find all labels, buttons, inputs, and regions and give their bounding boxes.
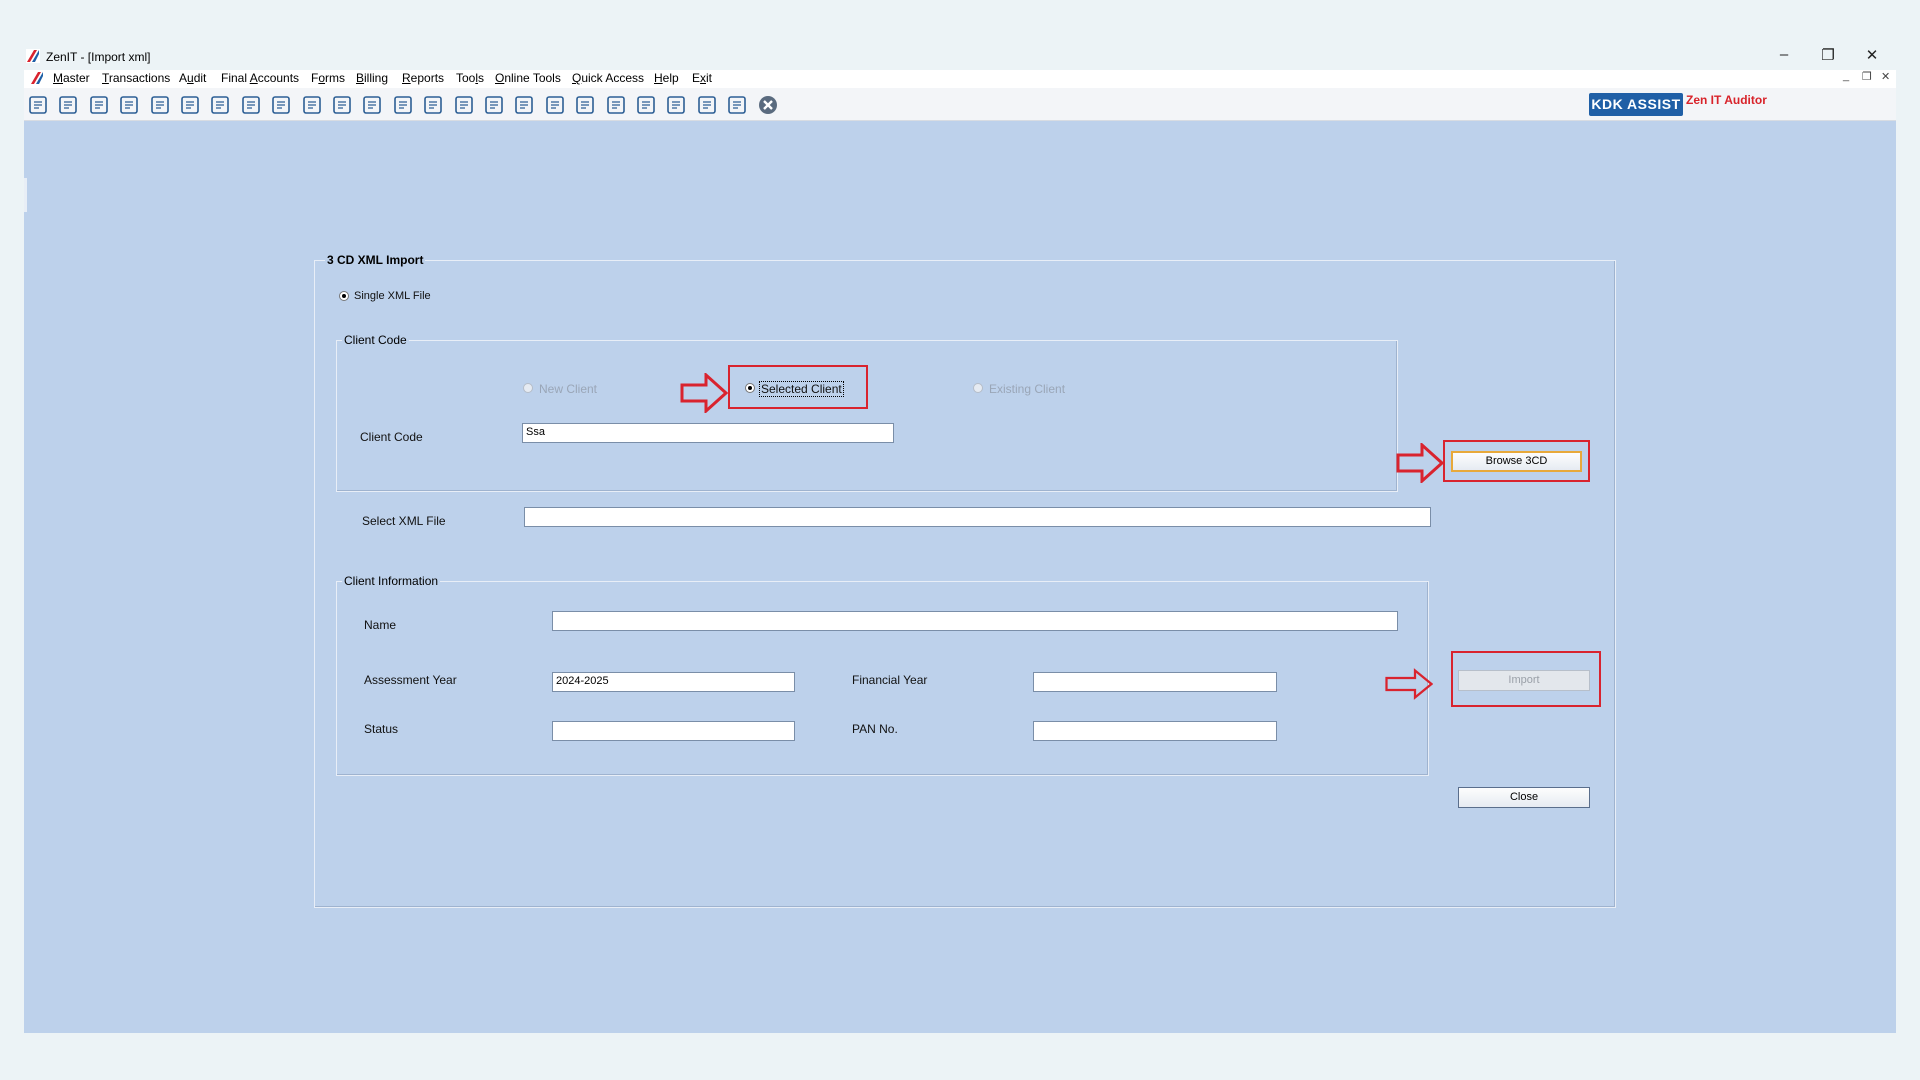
restore-button[interactable]: ❐: [1814, 46, 1842, 64]
menu-forms[interactable]: Forms: [311, 71, 345, 85]
existing-client-radio[interactable]: [973, 383, 983, 393]
tax-icon[interactable]: [270, 94, 292, 116]
menu-audit[interactable]: Audit: [179, 71, 206, 85]
name-label: Name: [364, 618, 397, 632]
bank-icon[interactable]: [665, 94, 687, 116]
select-xml-label: Select XML File: [362, 514, 446, 528]
financial-year-field[interactable]: [1033, 672, 1277, 692]
client-code-label: Client Code: [360, 430, 423, 444]
workspace-edge: [24, 178, 27, 212]
menu-exit[interactable]: Exit: [692, 71, 712, 85]
close-button[interactable]: Close: [1458, 787, 1590, 808]
xml-import-group-title: 3 CD XML Import: [325, 253, 426, 267]
arrow-annotation-2: [1396, 443, 1444, 483]
mdi-minimize-button[interactable]: _: [1843, 70, 1849, 82]
client-info-group-title: Client Information: [342, 574, 441, 588]
zen-it-auditor-label: Zen IT Auditor: [1686, 93, 1767, 107]
highlight-selected-client: [728, 365, 868, 409]
report-icon[interactable]: [483, 94, 505, 116]
close-circle-icon[interactable]: [757, 94, 779, 116]
info-icon[interactable]: [453, 94, 475, 116]
export-icon[interactable]: [605, 94, 627, 116]
menu-help[interactable]: Help: [654, 71, 679, 85]
document-edit-icon[interactable]: [513, 94, 535, 116]
status-label: Status: [364, 722, 399, 736]
pay-icon[interactable]: [392, 94, 414, 116]
mdi-restore-button[interactable]: ❐: [1862, 70, 1872, 83]
zenit-logo-icon: [26, 49, 40, 63]
assessment-year-label: Assessment Year: [364, 673, 457, 687]
select-xml-field[interactable]: [524, 507, 1431, 527]
users-icon[interactable]: [179, 94, 201, 116]
status-field[interactable]: [552, 721, 795, 741]
highlight-import: [1451, 651, 1601, 707]
book-icon[interactable]: [422, 94, 444, 116]
calculator-icon[interactable]: [331, 94, 353, 116]
mdi-close-button[interactable]: ✕: [1881, 70, 1890, 83]
menu-master[interactable]: Master: [53, 71, 90, 85]
new-client-radio[interactable]: [523, 383, 533, 393]
menu-bar: [24, 70, 1896, 88]
pan-label: PAN No.: [852, 722, 898, 736]
menu-final-accounts[interactable]: Final Accounts: [221, 71, 299, 85]
card-icon[interactable]: [635, 94, 657, 116]
menu-reports[interactable]: Reports: [402, 71, 444, 85]
pin-icon[interactable]: [209, 94, 231, 116]
client-code-group-title: Client Code: [342, 333, 409, 347]
bar-chart-icon[interactable]: [118, 94, 140, 116]
window-title: ZenIT - [Import xml]: [46, 50, 151, 64]
open-icon[interactable]: [27, 94, 49, 116]
pie-chart-icon[interactable]: [361, 94, 383, 116]
refresh-icon[interactable]: [574, 94, 596, 116]
filter-icon[interactable]: [240, 94, 262, 116]
pan-field[interactable]: [1033, 721, 1277, 741]
menu-transactions[interactable]: Transactions: [102, 71, 170, 85]
menu-quick-access[interactable]: Quick Access: [572, 71, 644, 85]
existing-client-label: Existing Client: [989, 382, 1066, 396]
menu-billing[interactable]: Billing: [356, 71, 388, 85]
3cd-icon[interactable]: [696, 94, 718, 116]
name-field[interactable]: [552, 611, 1398, 631]
single-xml-radio[interactable]: [339, 291, 349, 301]
gift-icon[interactable]: [149, 94, 171, 116]
calendar-icon[interactable]: [544, 94, 566, 116]
client-code-field[interactable]: Ssa: [522, 423, 894, 443]
title-bar: [24, 47, 1896, 69]
menu-online-tools[interactable]: Online Tools: [495, 71, 561, 85]
financial-year-label: Financial Year: [852, 673, 928, 687]
client-code-group: [336, 340, 1398, 492]
new-client-label: New Client: [539, 382, 598, 396]
arrow-annotation-3: [1385, 668, 1433, 700]
single-xml-label: Single XML File: [354, 290, 431, 302]
highlight-browse-3cd: [1443, 440, 1590, 482]
zenit-menu-icon[interactable]: [30, 71, 44, 85]
arrow-annotation-1: [680, 373, 728, 413]
home-icon[interactable]: [57, 94, 79, 116]
assessment-year-field[interactable]: 2024-2025: [552, 672, 795, 692]
building-icon[interactable]: [88, 94, 110, 116]
minimize-button[interactable]: –: [1770, 46, 1798, 63]
grid-icon[interactable]: [726, 94, 748, 116]
menu-tools[interactable]: Tools: [456, 71, 484, 85]
close-window-button[interactable]: ✕: [1858, 46, 1886, 64]
forward-icon[interactable]: [301, 94, 323, 116]
kdk-assist-badge[interactable]: KDK ASSIST: [1589, 93, 1683, 116]
